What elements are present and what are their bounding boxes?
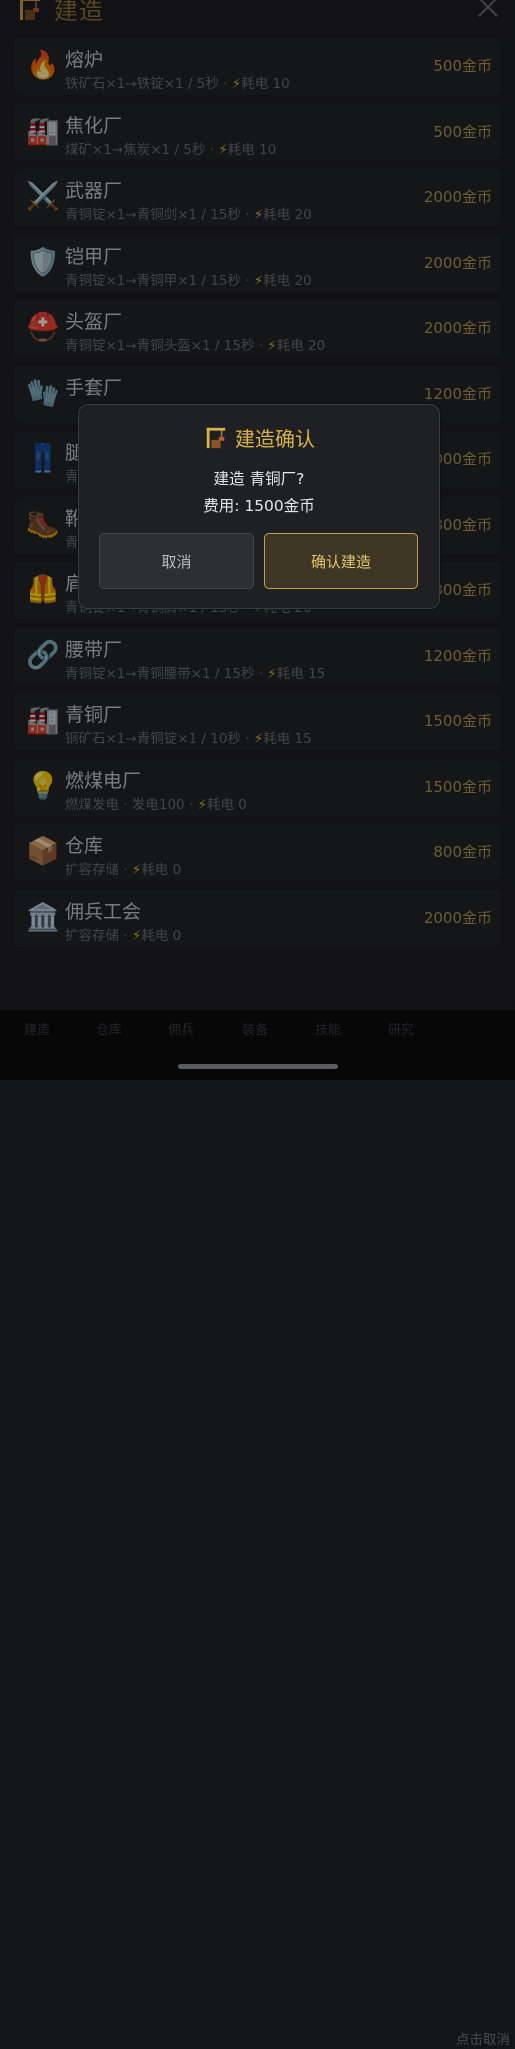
confirm-build-button[interactable]: 确认建造 [264,533,418,589]
tap-cancel-hint[interactable]: 点击取消 [453,2032,513,2049]
dialog-title-text: 建造确认 [235,427,315,451]
crane-icon [206,427,226,449]
home-indicator [178,1064,338,1069]
dialog-message: 建造 青铜厂? [213,470,305,488]
build-confirm-dialog: 建造确认 建造 青铜厂? 费用: 1500金币 取消 确认建造 [78,404,440,609]
dialog-cost: 费用: 1500金币 [203,497,315,515]
dialog-title: 建造确认 [79,423,439,452]
cancel-button[interactable]: 取消 [99,533,254,589]
